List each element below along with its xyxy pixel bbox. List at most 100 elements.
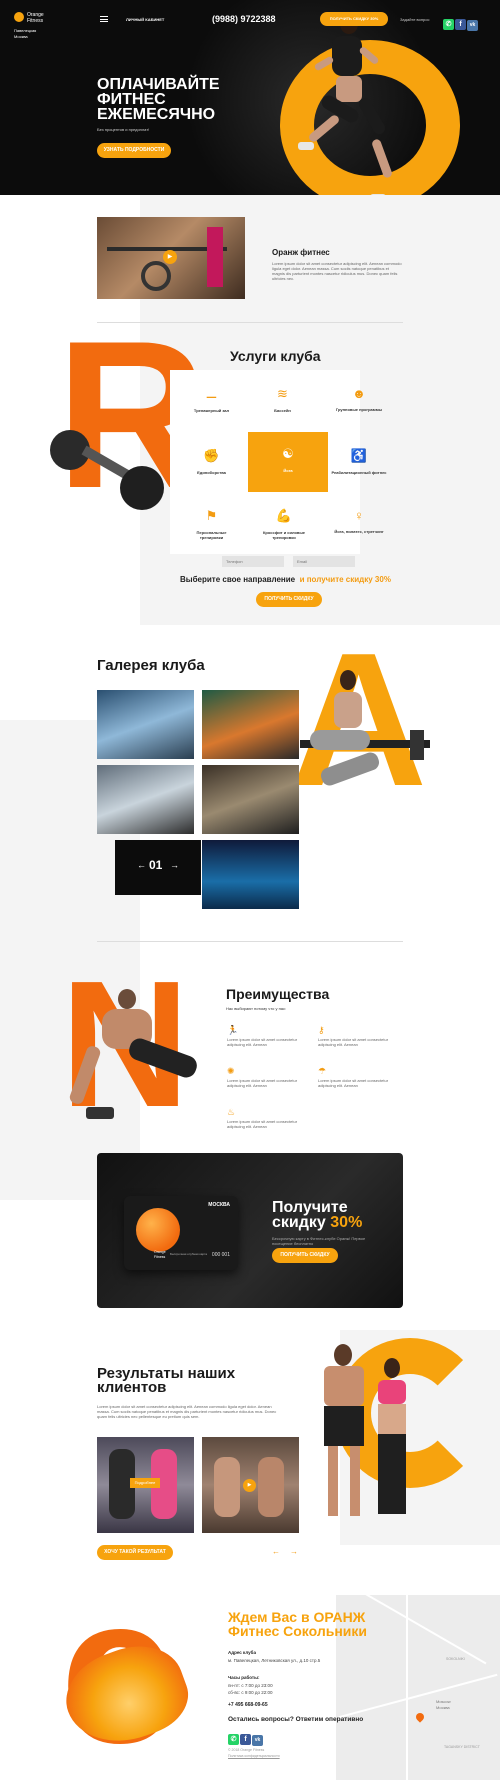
swimming-icon: ≋: [277, 386, 288, 401]
contacts-social: ✆ f vk: [228, 1728, 264, 1746]
athlete-dumbbell-photo: [68, 985, 208, 1135]
card-promo-text: Бессрочную карту в Фитнес-клубе Оранж! П…: [272, 1236, 366, 1246]
gallery-title: Галерея клуба: [97, 657, 205, 674]
club-card: МОСКВА Orange Fitness Бессрочная клубная…: [124, 1196, 238, 1270]
group-icon: ☻: [352, 386, 366, 401]
service-personal[interactable]: ⚑ Персональные тренировки: [188, 494, 235, 552]
map-label: Moscow: [436, 1699, 451, 1704]
ask-question-link[interactable]: Задайте вопрос: [400, 17, 429, 22]
service-rehab[interactable]: ♿ Реабилитационный фитнес: [329, 434, 389, 492]
service-martial[interactable]: ✊ Единоборства: [188, 434, 235, 492]
card-subtitle: Бессрочная клубная карта: [170, 1252, 208, 1256]
shower-icon: ☂: [318, 1066, 327, 1076]
city-line1: Павелецкая: [14, 28, 37, 33]
running-icon: 🏃: [227, 1025, 239, 1035]
map-label: SOKOLNIKI: [446, 1657, 465, 1661]
map-pin-icon: [414, 1711, 426, 1723]
city-line2: Москва: [14, 34, 28, 39]
facebook-icon[interactable]: f: [455, 19, 466, 30]
card-city: МОСКВА: [208, 1202, 230, 1208]
services-promo: Выберите свое направление и получите ски…: [180, 575, 391, 584]
services-title: Услуги клуба: [230, 348, 321, 364]
rehab-icon: ♿: [350, 448, 368, 463]
vk-icon[interactable]: vk: [252, 1735, 263, 1746]
key-icon: ⚷: [318, 1025, 325, 1035]
hamburger-icon[interactable]: [100, 16, 108, 22]
service-pool[interactable]: ≋ Бассейн: [259, 372, 306, 430]
copyright: © 2018 Orange Fitness: [228, 1748, 265, 1752]
gallery-athlete-photo: [300, 670, 450, 820]
advantages-title: Преимущества: [226, 986, 330, 1002]
gallery-photo-2[interactable]: [202, 690, 299, 759]
martial-arts-icon: ✊: [203, 448, 220, 463]
gallery-counter: 01: [149, 858, 163, 872]
arrow-right-icon[interactable]: →: [170, 860, 179, 870]
results-title: Результаты наших клиентов: [97, 1365, 236, 1396]
service-stretching[interactable]: ♀ Йога, пилатес, стретчинг: [329, 494, 389, 552]
gallery-slider-control: ← 01 →: [115, 840, 201, 895]
privacy-policy-link[interactable]: Политика конфиденциальности: [228, 1754, 280, 1758]
sauna-icon: ♨: [227, 1107, 236, 1117]
result-tag[interactable]: Подробнее: [130, 1478, 160, 1488]
trainer-icon: ⚑: [205, 508, 218, 523]
divider: [97, 941, 403, 942]
muscle-icon: 💪: [275, 508, 293, 523]
hero-title: ОПЛАЧИВАЙТЕ ФИТНЕС ЕЖЕМЕСЯЧНО: [97, 76, 220, 123]
card-promo-title: Получите скидку 30%: [272, 1199, 363, 1231]
whatsapp-icon[interactable]: ✆: [228, 1734, 239, 1745]
card-promo-button[interactable]: Получить скидку: [272, 1248, 338, 1263]
contact-phone[interactable]: +7 495 668-09-65: [228, 1702, 268, 1708]
orange-logo-icon: [14, 12, 24, 22]
advantages-subtitle: Нас выбирают потому что у нас:: [226, 1006, 287, 1011]
email-input[interactable]: [293, 556, 355, 567]
service-gym[interactable]: ⚊ Тренажерный зал: [188, 372, 235, 430]
barbell-icon: ⚊: [205, 386, 218, 401]
arrow-right-icon[interactable]: →: [290, 1547, 298, 1556]
gallery-photo-5[interactable]: [202, 840, 299, 909]
hours-weekend: сб-вс: с 9:00 до 22:00: [228, 1690, 273, 1695]
phone-input[interactable]: [222, 556, 284, 567]
hours-label: Часы работы:: [228, 1675, 260, 1680]
logo-line2: Fitness: [27, 18, 44, 24]
gallery-photo-4[interactable]: [202, 765, 299, 834]
header-social: ✆ f vk: [443, 13, 479, 31]
orange-icon: [136, 1208, 180, 1252]
vk-icon[interactable]: vk: [467, 20, 478, 31]
hero-details-button[interactable]: Узнать подробности: [97, 143, 171, 158]
service-crossfit[interactable]: 💪 Кроссфит и силовые тренировки: [254, 494, 314, 552]
arrow-left-icon[interactable]: ←: [137, 860, 146, 870]
arrow-left-icon[interactable]: ←: [272, 1547, 280, 1556]
contacts-question: Остались вопросы? Ответим оперативно: [228, 1716, 364, 1723]
hero-subtitle: Без процентов и предоплат!: [97, 127, 150, 132]
address-label: Адрес клуба: [228, 1650, 256, 1655]
map-label: Москва: [436, 1705, 450, 1710]
service-yoga[interactable]: ☯ Йога: [248, 432, 328, 492]
service-group[interactable]: ☻ Групповые программы: [329, 372, 389, 430]
header-discount-button[interactable]: получить скидку 30%: [320, 12, 388, 26]
services-discount-button[interactable]: Получить скидку: [256, 592, 322, 607]
gallery-photo-3[interactable]: [97, 765, 194, 834]
advantage-item: ♨ Lorem ipsum dolor sit amet consectetur …: [227, 1107, 307, 1129]
sun-icon: ✺: [227, 1066, 235, 1076]
map-label: TAGANSKY DISTRICT: [444, 1745, 480, 1749]
address: м. Павелецкая, Летниковская ул., д.10 ст…: [228, 1658, 321, 1663]
header-phone[interactable]: (9988) 9722388: [212, 14, 276, 24]
contacts-title: Ждем Вас в ОРАНЖ Фитнес Сокольники: [228, 1609, 368, 1639]
advantage-item: ☂ Lorem ipsum dolor sit amet consectetur …: [318, 1066, 398, 1088]
stretching-icon: ♀: [354, 508, 364, 523]
hero-athlete-photo: [298, 14, 410, 214]
dumbbell-photo: [50, 420, 170, 510]
whatsapp-icon[interactable]: ✆: [443, 19, 454, 30]
cabinet-link[interactable]: личный кабинет: [126, 17, 164, 22]
card-brand-line2: Fitness: [154, 1255, 166, 1259]
card-brand-line1: Orange: [154, 1250, 166, 1254]
play-icon[interactable]: ▶: [243, 1479, 256, 1492]
about-text: Lorem ipsum dolor sit amet consectetur a…: [272, 261, 402, 281]
about-title: Оранж фитнес: [272, 248, 330, 257]
facebook-icon[interactable]: f: [240, 1734, 251, 1745]
gallery-photo-1[interactable]: [97, 690, 194, 759]
hours-weekdays: пн-пт: с 7:00 до 23:00: [228, 1683, 273, 1688]
play-icon[interactable]: ▶: [163, 250, 177, 264]
advantage-item: ✺ Lorem ipsum dolor sit amet consectetur …: [227, 1066, 307, 1088]
card-number: 000 001: [211, 1252, 230, 1258]
